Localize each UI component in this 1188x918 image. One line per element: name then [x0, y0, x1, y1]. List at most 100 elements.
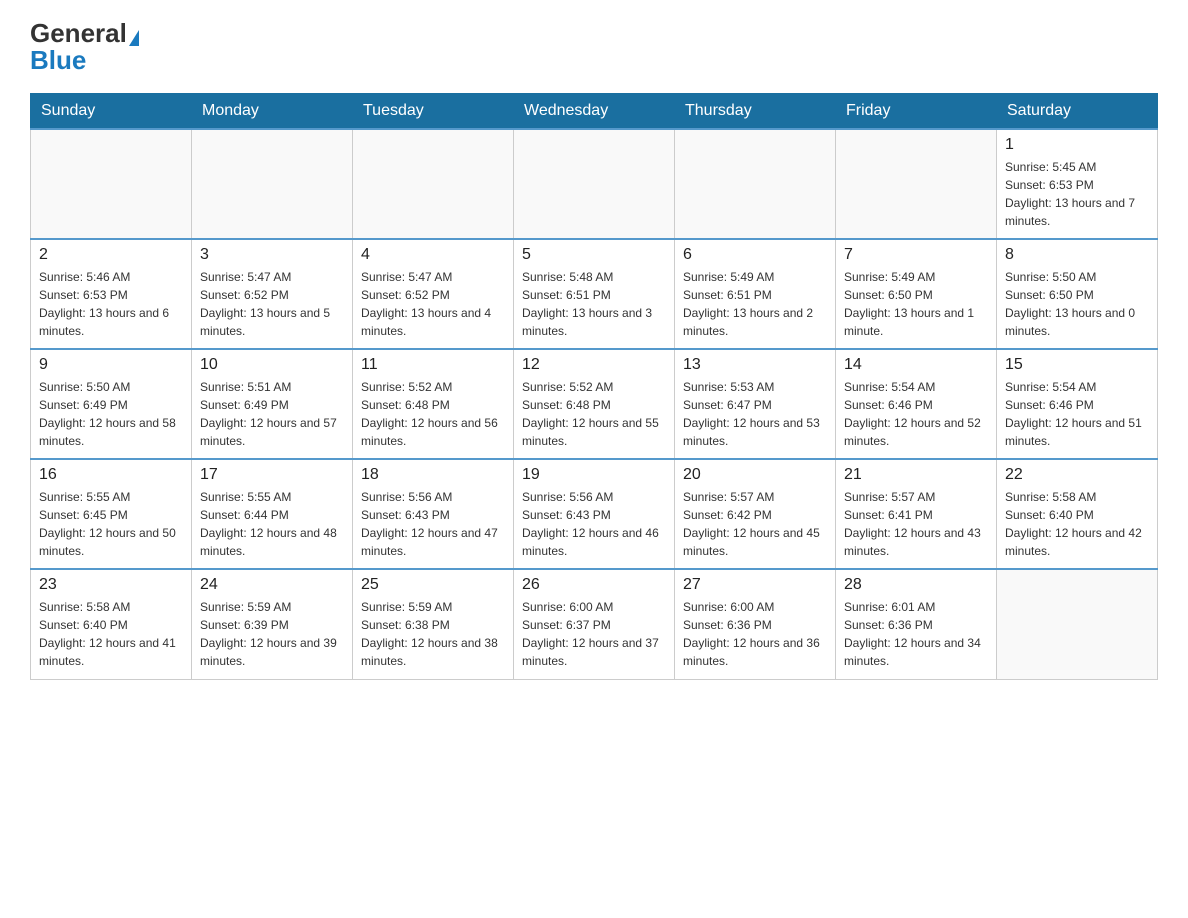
day-number: 6 — [683, 246, 827, 264]
page-header: General Blue — [30, 20, 1158, 73]
calendar-cell: 8 Sunrise: 5:50 AM Sunset: 6:50 PM Daylig… — [997, 239, 1158, 349]
day-info: Sunrise: 5:54 AM Sunset: 6:46 PM Dayligh… — [844, 378, 988, 450]
calendar-cell — [353, 129, 514, 239]
calendar-cell: 24 Sunrise: 5:59 AM Sunset: 6:39 PM Dayli… — [192, 569, 353, 679]
week-row-1: 1 Sunrise: 5:45 AM Sunset: 6:53 PM Daylig… — [31, 129, 1158, 239]
weekday-header-row: SundayMondayTuesdayWednesdayThursdayFrid… — [31, 94, 1158, 130]
day-info: Sunrise: 5:58 AM Sunset: 6:40 PM Dayligh… — [39, 598, 183, 670]
calendar-cell: 21 Sunrise: 5:57 AM Sunset: 6:41 PM Dayli… — [836, 459, 997, 569]
day-number: 15 — [1005, 356, 1149, 374]
logo-general-text: General — [30, 18, 127, 48]
day-number: 4 — [361, 246, 505, 264]
calendar-cell: 26 Sunrise: 6:00 AM Sunset: 6:37 PM Dayli… — [514, 569, 675, 679]
calendar-cell: 28 Sunrise: 6:01 AM Sunset: 6:36 PM Dayli… — [836, 569, 997, 679]
calendar-cell — [514, 129, 675, 239]
logo-general-line: General — [30, 20, 139, 47]
day-info: Sunrise: 5:52 AM Sunset: 6:48 PM Dayligh… — [522, 378, 666, 450]
calendar-cell: 15 Sunrise: 5:54 AM Sunset: 6:46 PM Dayli… — [997, 349, 1158, 459]
day-info: Sunrise: 5:55 AM Sunset: 6:45 PM Dayligh… — [39, 488, 183, 560]
day-info: Sunrise: 5:57 AM Sunset: 6:42 PM Dayligh… — [683, 488, 827, 560]
day-number: 3 — [200, 246, 344, 264]
day-info: Sunrise: 5:55 AM Sunset: 6:44 PM Dayligh… — [200, 488, 344, 560]
day-number: 2 — [39, 246, 183, 264]
day-info: Sunrise: 6:00 AM Sunset: 6:37 PM Dayligh… — [522, 598, 666, 670]
day-number: 23 — [39, 576, 183, 594]
day-info: Sunrise: 5:50 AM Sunset: 6:50 PM Dayligh… — [1005, 268, 1149, 340]
day-info: Sunrise: 5:46 AM Sunset: 6:53 PM Dayligh… — [39, 268, 183, 340]
day-number: 5 — [522, 246, 666, 264]
day-info: Sunrise: 5:58 AM Sunset: 6:40 PM Dayligh… — [1005, 488, 1149, 560]
calendar-cell — [997, 569, 1158, 679]
weekday-header-saturday: Saturday — [997, 94, 1158, 130]
calendar-cell — [192, 129, 353, 239]
calendar-cell: 25Sunrise: 5:59 AM Sunset: 6:38 PM Dayli… — [353, 569, 514, 679]
weekday-header-friday: Friday — [836, 94, 997, 130]
week-row-4: 16 Sunrise: 5:55 AM Sunset: 6:45 PM Dayli… — [31, 459, 1158, 569]
day-number: 14 — [844, 356, 988, 374]
calendar-cell: 5 Sunrise: 5:48 AM Sunset: 6:51 PM Daylig… — [514, 239, 675, 349]
day-number: 28 — [844, 576, 988, 594]
day-info: Sunrise: 6:00 AM Sunset: 6:36 PM Dayligh… — [683, 598, 827, 670]
day-info: Sunrise: 5:50 AM Sunset: 6:49 PM Dayligh… — [39, 378, 183, 450]
calendar-cell: 14 Sunrise: 5:54 AM Sunset: 6:46 PM Dayli… — [836, 349, 997, 459]
day-number: 21 — [844, 466, 988, 484]
weekday-header-monday: Monday — [192, 94, 353, 130]
calendar-cell: 23 Sunrise: 5:58 AM Sunset: 6:40 PM Dayli… — [31, 569, 192, 679]
day-number: 24 — [200, 576, 344, 594]
day-info: Sunrise: 6:01 AM Sunset: 6:36 PM Dayligh… — [844, 598, 988, 670]
day-number: 22 — [1005, 466, 1149, 484]
day-number: 11 — [361, 356, 505, 374]
logo: General Blue — [30, 20, 139, 73]
day-info: Sunrise: 5:57 AM Sunset: 6:41 PM Dayligh… — [844, 488, 988, 560]
day-info: Sunrise: 5:56 AM Sunset: 6:43 PM Dayligh… — [361, 488, 505, 560]
day-number: 9 — [39, 356, 183, 374]
day-number: 12 — [522, 356, 666, 374]
day-info: Sunrise: 5:54 AM Sunset: 6:46 PM Dayligh… — [1005, 378, 1149, 450]
weekday-header-sunday: Sunday — [31, 94, 192, 130]
calendar-cell: 18 Sunrise: 5:56 AM Sunset: 6:43 PM Dayli… — [353, 459, 514, 569]
week-row-5: 23 Sunrise: 5:58 AM Sunset: 6:40 PM Dayli… — [31, 569, 1158, 679]
day-info: Sunrise: 5:49 AM Sunset: 6:51 PM Dayligh… — [683, 268, 827, 340]
calendar-cell: 3 Sunrise: 5:47 AM Sunset: 6:52 PM Daylig… — [192, 239, 353, 349]
calendar-cell: 17 Sunrise: 5:55 AM Sunset: 6:44 PM Dayli… — [192, 459, 353, 569]
calendar-cell: 7 Sunrise: 5:49 AM Sunset: 6:50 PM Daylig… — [836, 239, 997, 349]
day-number: 8 — [1005, 246, 1149, 264]
week-row-3: 9 Sunrise: 5:50 AM Sunset: 6:49 PM Daylig… — [31, 349, 1158, 459]
calendar-cell: 19Sunrise: 5:56 AM Sunset: 6:43 PM Dayli… — [514, 459, 675, 569]
day-info: Sunrise: 5:47 AM Sunset: 6:52 PM Dayligh… — [200, 268, 344, 340]
calendar-cell: 13 Sunrise: 5:53 AM Sunset: 6:47 PM Dayli… — [675, 349, 836, 459]
calendar-cell: 1 Sunrise: 5:45 AM Sunset: 6:53 PM Daylig… — [997, 129, 1158, 239]
day-info: Sunrise: 5:49 AM Sunset: 6:50 PM Dayligh… — [844, 268, 988, 340]
calendar-cell — [31, 129, 192, 239]
calendar-cell: 10 Sunrise: 5:51 AM Sunset: 6:49 PM Dayli… — [192, 349, 353, 459]
day-info: Sunrise: 5:53 AM Sunset: 6:47 PM Dayligh… — [683, 378, 827, 450]
day-info: Sunrise: 5:48 AM Sunset: 6:51 PM Dayligh… — [522, 268, 666, 340]
calendar-cell — [836, 129, 997, 239]
day-number: 18 — [361, 466, 505, 484]
calendar-cell: 4 Sunrise: 5:47 AM Sunset: 6:52 PM Daylig… — [353, 239, 514, 349]
day-number: 17 — [200, 466, 344, 484]
day-info: Sunrise: 5:51 AM Sunset: 6:49 PM Dayligh… — [200, 378, 344, 450]
calendar-cell: 20 Sunrise: 5:57 AM Sunset: 6:42 PM Dayli… — [675, 459, 836, 569]
day-number: 10 — [200, 356, 344, 374]
day-info: Sunrise: 5:59 AM Sunset: 6:38 PM Dayligh… — [361, 598, 505, 670]
logo-blue-text: Blue — [30, 47, 86, 73]
day-number: 13 — [683, 356, 827, 374]
day-number: 16 — [39, 466, 183, 484]
day-number: 20 — [683, 466, 827, 484]
calendar-cell: 12 Sunrise: 5:52 AM Sunset: 6:48 PM Dayli… — [514, 349, 675, 459]
day-number: 7 — [844, 246, 988, 264]
weekday-header-thursday: Thursday — [675, 94, 836, 130]
day-info: Sunrise: 5:47 AM Sunset: 6:52 PM Dayligh… — [361, 268, 505, 340]
day-number: 26 — [522, 576, 666, 594]
day-info: Sunrise: 5:45 AM Sunset: 6:53 PM Dayligh… — [1005, 158, 1149, 230]
calendar-cell: 2 Sunrise: 5:46 AM Sunset: 6:53 PM Daylig… — [31, 239, 192, 349]
week-row-2: 2 Sunrise: 5:46 AM Sunset: 6:53 PM Daylig… — [31, 239, 1158, 349]
day-info: Sunrise: 5:59 AM Sunset: 6:39 PM Dayligh… — [200, 598, 344, 670]
calendar-cell: 9 Sunrise: 5:50 AM Sunset: 6:49 PM Daylig… — [31, 349, 192, 459]
calendar-cell: 16 Sunrise: 5:55 AM Sunset: 6:45 PM Dayli… — [31, 459, 192, 569]
day-number: 1 — [1005, 136, 1149, 154]
weekday-header-wednesday: Wednesday — [514, 94, 675, 130]
calendar-cell: 22 Sunrise: 5:58 AM Sunset: 6:40 PM Dayli… — [997, 459, 1158, 569]
logo-triangle-icon — [129, 30, 139, 46]
